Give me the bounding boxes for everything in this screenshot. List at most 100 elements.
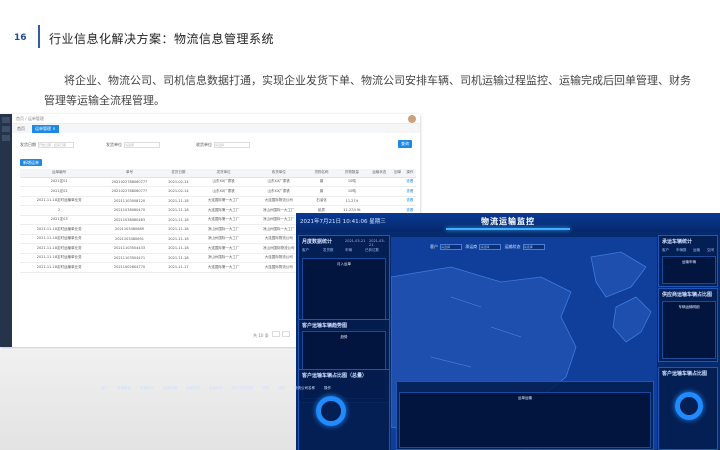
table-cell: 2021-11-18定时运输单业务 xyxy=(20,262,99,273)
panel-title: 客户运输车辆趋势图 xyxy=(302,323,348,329)
table-cell: 大连国际第一大工厂 xyxy=(196,215,252,225)
table-cell xyxy=(367,186,392,197)
table-cell: 钢 xyxy=(306,177,337,187)
monitor-screenshot: 2021年7月21日 10:41:06 星期三 物流运输监控 客户 请选择 承运商… xyxy=(296,213,720,450)
column-header: 单号 xyxy=(98,169,161,178)
panel-title: 承运车辆统计 xyxy=(662,239,693,245)
table-cell: 20211103504471 xyxy=(98,253,161,263)
avatar[interactable] xyxy=(408,115,416,123)
inner-panel: 运输车辆 xyxy=(662,256,716,284)
filter-label: 发货单位 xyxy=(106,142,122,147)
panel-sub: 运输 xyxy=(693,248,700,252)
filter-sender: 发货单位 请选择 xyxy=(106,142,160,148)
table-cell: 2021-11-18 xyxy=(160,224,197,235)
table-cell: 20211002604770 xyxy=(98,262,161,273)
monitor-title: 物流运输监控 xyxy=(481,217,535,226)
table-cell: 10吨 xyxy=(336,186,368,197)
page-number: 16 xyxy=(14,33,27,43)
tab-waybill[interactable]: 运单管理 × xyxy=(32,125,59,133)
monitor-column-header: 运输车辆 xyxy=(163,386,177,390)
table-cell: 2021-11-18 xyxy=(160,243,197,254)
table-cell: 2021-11-18 xyxy=(160,196,197,206)
description-line-2: 管理等运输全流程管理。 xyxy=(44,94,165,107)
table-header-row: 运单编号 单号 发货日期 发货单位 收货单位 货物名称 货物数量 运输状态 回单… xyxy=(20,169,416,178)
monitor-column-header: 预计到达时间 xyxy=(232,386,253,390)
sidebar-item[interactable] xyxy=(2,126,10,132)
panel-sub: 客户 xyxy=(662,248,669,252)
inner-panel: 运单运输 xyxy=(399,392,651,448)
carrier-stats-panel: 承运车辆统计 客户 车辆数 运输 空闲 运输车辆 xyxy=(658,235,718,287)
date-from[interactable]: 2021-03-21 xyxy=(345,239,365,243)
table-cell xyxy=(367,177,392,187)
table-cell: 山东XX厂泰铁 xyxy=(251,177,307,187)
table-cell: 大连国际第一大工厂 xyxy=(196,196,252,206)
monitor-column-header: 客户 xyxy=(101,386,108,390)
table-cell: 2021-11-18 xyxy=(160,253,197,263)
monitor-column-header: 货物 xyxy=(262,386,269,390)
admin-tabs: 首页 运单管理 × xyxy=(12,124,420,133)
view-link[interactable]: 查看 xyxy=(403,177,416,187)
column-header: 货物数量 xyxy=(336,169,368,178)
supplier-share-panel: 供应商运输车辆占比图 车辆运输明细 xyxy=(658,288,718,362)
vehicle-share-panel-right: 客户运输车辆占比图 xyxy=(658,367,718,450)
new-waybill-button[interactable]: 新增运单 xyxy=(20,159,42,166)
query-button[interactable]: 查询 xyxy=(398,140,412,148)
table-cell: 2021-11-18 xyxy=(160,205,197,216)
column-header: 操作 xyxy=(403,169,416,178)
table-row[interactable]: 2021定01 2021022788060777 2021-02-14 山东XX厂泰铁… xyxy=(20,177,416,187)
table-cell: 2021定02 xyxy=(20,186,99,197)
sender-select[interactable]: 请选择 xyxy=(124,142,160,148)
filter-receiver: 收货单位 请选择 xyxy=(196,142,250,148)
admin-topbar: 首页 / 运单管理 xyxy=(12,114,420,124)
monitor-column-header: 车辆数量 xyxy=(117,386,131,390)
carrier-select[interactable]: 请选择 xyxy=(479,244,502,250)
admin-sidebar xyxy=(0,114,12,347)
view-link[interactable]: 查看 xyxy=(403,196,416,206)
view-link[interactable]: 查看 xyxy=(403,186,416,197)
table-cell: 石油化 xyxy=(306,196,337,206)
column-header: 回单 xyxy=(391,169,404,178)
map-filter-label: 承运商 xyxy=(465,244,478,249)
tab-home[interactable]: 首页 xyxy=(14,125,28,133)
sidebar-item[interactable] xyxy=(2,135,10,141)
date-to[interactable]: 2021-03-21 xyxy=(369,239,389,247)
vehicle-share-panel-left: 客户运输车辆占比图（总量） xyxy=(298,369,390,450)
table-cell: 凉山州国际一大工厂 xyxy=(196,253,252,263)
table-cell: 20211103504433 xyxy=(98,243,161,254)
table-row[interactable]: 2021定02 2021022788060777 2021-02-14 山东XX厂泰铁… xyxy=(20,186,416,197)
column-header: 发货日期 xyxy=(160,169,197,178)
table-cell: 2021022788060777 xyxy=(98,186,161,197)
description-line-1: 将企业、物流公司、司机信息数据打通，实现企业发货下单、物流公司安排车辆、司机运输… xyxy=(64,74,691,87)
table-cell: 10吨 xyxy=(336,177,368,187)
monitor-header: 2021年7月21日 10:41:06 星期三 物流运输监控 xyxy=(296,213,720,232)
panel-sub: 空闲 xyxy=(707,248,714,252)
status-select[interactable]: 请选择 xyxy=(522,244,545,250)
table-cell: 20211103008120 xyxy=(98,196,161,206)
table-cell: 2021-11-18 xyxy=(160,234,197,244)
table-cell: 山东XX厂泰铁 xyxy=(251,186,307,197)
sidebar-item[interactable] xyxy=(2,117,10,123)
customer-select[interactable]: 请选择 xyxy=(440,244,462,250)
table-cell: 2021022788060777 xyxy=(98,177,161,187)
table-cell: 2021-11-18定时运输单业务 xyxy=(20,196,99,206)
pager-total: 共 10 条 xyxy=(253,333,269,338)
monitor-table-header: 客户 车辆数量 车辆状态 运输车辆 运输里程 运输时间 预计到达时间 货物 状态 物流公司名称 操作 xyxy=(101,386,340,391)
panel-sub: 客户 xyxy=(302,248,309,252)
column-header: 货物名称 xyxy=(306,169,337,178)
table-cell: 凉山州国际一大工厂 xyxy=(196,234,252,244)
table-cell: 2021-02-14 xyxy=(160,177,197,187)
receiver-select[interactable]: 请选择 xyxy=(214,142,250,148)
panel-title: 供应商运输车辆占比图 xyxy=(662,292,713,298)
inner-panel: 车辆运输明细 xyxy=(662,301,716,359)
pager-prev[interactable] xyxy=(272,331,280,337)
filter-bar: 发货日期 开始日期 - 结束日期 发货单位 请选择 收货单位 请选择 查询 xyxy=(20,140,414,152)
map-filter-bar: 客户 请选择 承运商 请选择 运输状态 请选择 xyxy=(430,244,547,250)
pager-next[interactable] xyxy=(282,331,290,337)
slide: 16 行业信息化解决方案：物流信息管理系统 将企业、物流公司、司机信息数据打通，… xyxy=(0,0,720,450)
table-cell: 20211038060470 xyxy=(98,205,161,216)
table-cell: 2021-11-18定时运输单业务 xyxy=(20,234,99,244)
breadcrumb: 首页 / 运单管理 xyxy=(16,116,44,121)
filter-label: 收货单位 xyxy=(196,142,212,147)
table-row[interactable]: 2021-11-18定时运输单业务 20211103008120 2021-11-1… xyxy=(20,196,416,206)
date-range-input[interactable]: 开始日期 - 结束日期 xyxy=(38,142,74,148)
